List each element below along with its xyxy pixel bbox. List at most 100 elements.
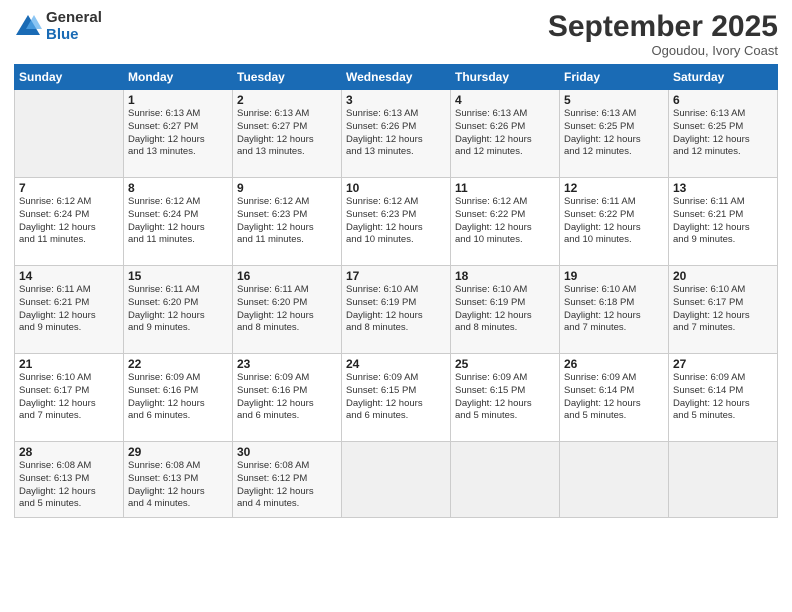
calendar-cell: 6Sunrise: 6:13 AM Sunset: 6:25 PM Daylig…: [669, 90, 778, 178]
day-info: Sunrise: 6:11 AM Sunset: 6:20 PM Dayligh…: [128, 284, 228, 335]
header-thursday: Thursday: [451, 65, 560, 90]
day-info: Sunrise: 6:08 AM Sunset: 6:13 PM Dayligh…: [128, 460, 228, 511]
day-info: Sunrise: 6:11 AM Sunset: 6:21 PM Dayligh…: [673, 196, 773, 247]
day-info: Sunrise: 6:08 AM Sunset: 6:12 PM Dayligh…: [237, 460, 337, 511]
calendar-cell: 4Sunrise: 6:13 AM Sunset: 6:26 PM Daylig…: [451, 90, 560, 178]
day-number: 12: [564, 181, 664, 195]
calendar-cell: 18Sunrise: 6:10 AM Sunset: 6:19 PM Dayli…: [451, 266, 560, 354]
day-number: 17: [346, 269, 446, 283]
calendar-cell: 1Sunrise: 6:13 AM Sunset: 6:27 PM Daylig…: [124, 90, 233, 178]
month-title: September 2025: [548, 10, 778, 43]
day-number: 21: [19, 357, 119, 371]
calendar-cell: 15Sunrise: 6:11 AM Sunset: 6:20 PM Dayli…: [124, 266, 233, 354]
day-number: 7: [19, 181, 119, 195]
header-tuesday: Tuesday: [233, 65, 342, 90]
day-number: 3: [346, 93, 446, 107]
day-info: Sunrise: 6:10 AM Sunset: 6:19 PM Dayligh…: [455, 284, 555, 335]
day-info: Sunrise: 6:10 AM Sunset: 6:18 PM Dayligh…: [564, 284, 664, 335]
calendar-cell: 24Sunrise: 6:09 AM Sunset: 6:15 PM Dayli…: [342, 354, 451, 442]
day-info: Sunrise: 6:12 AM Sunset: 6:23 PM Dayligh…: [346, 196, 446, 247]
day-number: 6: [673, 93, 773, 107]
calendar-cell: 7Sunrise: 6:12 AM Sunset: 6:24 PM Daylig…: [15, 178, 124, 266]
day-info: Sunrise: 6:13 AM Sunset: 6:27 PM Dayligh…: [128, 108, 228, 159]
day-info: Sunrise: 6:11 AM Sunset: 6:21 PM Dayligh…: [19, 284, 119, 335]
calendar-cell: 10Sunrise: 6:12 AM Sunset: 6:23 PM Dayli…: [342, 178, 451, 266]
day-info: Sunrise: 6:12 AM Sunset: 6:22 PM Dayligh…: [455, 196, 555, 247]
calendar-cell: 20Sunrise: 6:10 AM Sunset: 6:17 PM Dayli…: [669, 266, 778, 354]
calendar-cell: 13Sunrise: 6:11 AM Sunset: 6:21 PM Dayli…: [669, 178, 778, 266]
day-number: 23: [237, 357, 337, 371]
calendar-cell: [342, 442, 451, 518]
day-number: 8: [128, 181, 228, 195]
day-number: 30: [237, 445, 337, 459]
calendar-week-row: 1Sunrise: 6:13 AM Sunset: 6:27 PM Daylig…: [15, 90, 778, 178]
day-number: 16: [237, 269, 337, 283]
header-friday: Friday: [560, 65, 669, 90]
day-number: 13: [673, 181, 773, 195]
day-number: 10: [346, 181, 446, 195]
day-info: Sunrise: 6:13 AM Sunset: 6:26 PM Dayligh…: [346, 108, 446, 159]
logo: General Blue: [14, 10, 102, 43]
calendar-cell: 30Sunrise: 6:08 AM Sunset: 6:12 PM Dayli…: [233, 442, 342, 518]
day-info: Sunrise: 6:10 AM Sunset: 6:17 PM Dayligh…: [19, 372, 119, 423]
day-info: Sunrise: 6:09 AM Sunset: 6:16 PM Dayligh…: [128, 372, 228, 423]
logo-general-text: General: [46, 10, 102, 27]
day-info: Sunrise: 6:13 AM Sunset: 6:27 PM Dayligh…: [237, 108, 337, 159]
day-info: Sunrise: 6:08 AM Sunset: 6:13 PM Dayligh…: [19, 460, 119, 511]
day-info: Sunrise: 6:12 AM Sunset: 6:23 PM Dayligh…: [237, 196, 337, 247]
calendar-cell: [451, 442, 560, 518]
day-number: 20: [673, 269, 773, 283]
title-area: September 2025 Ogoudou, Ivory Coast: [548, 10, 778, 58]
day-number: 19: [564, 269, 664, 283]
calendar-cell: 9Sunrise: 6:12 AM Sunset: 6:23 PM Daylig…: [233, 178, 342, 266]
day-info: Sunrise: 6:12 AM Sunset: 6:24 PM Dayligh…: [19, 196, 119, 247]
calendar-cell: 8Sunrise: 6:12 AM Sunset: 6:24 PM Daylig…: [124, 178, 233, 266]
day-info: Sunrise: 6:09 AM Sunset: 6:14 PM Dayligh…: [564, 372, 664, 423]
day-number: 5: [564, 93, 664, 107]
day-info: Sunrise: 6:10 AM Sunset: 6:19 PM Dayligh…: [346, 284, 446, 335]
logo-blue-text: Blue: [46, 27, 102, 44]
day-number: 29: [128, 445, 228, 459]
logo-icon: [14, 13, 42, 41]
calendar-cell: 16Sunrise: 6:11 AM Sunset: 6:20 PM Dayli…: [233, 266, 342, 354]
calendar-cell: [15, 90, 124, 178]
day-info: Sunrise: 6:09 AM Sunset: 6:15 PM Dayligh…: [346, 372, 446, 423]
calendar-cell: 2Sunrise: 6:13 AM Sunset: 6:27 PM Daylig…: [233, 90, 342, 178]
day-info: Sunrise: 6:09 AM Sunset: 6:16 PM Dayligh…: [237, 372, 337, 423]
day-info: Sunrise: 6:11 AM Sunset: 6:22 PM Dayligh…: [564, 196, 664, 247]
calendar-cell: 25Sunrise: 6:09 AM Sunset: 6:15 PM Dayli…: [451, 354, 560, 442]
day-number: 24: [346, 357, 446, 371]
day-number: 26: [564, 357, 664, 371]
calendar-cell: 3Sunrise: 6:13 AM Sunset: 6:26 PM Daylig…: [342, 90, 451, 178]
calendar-cell: 5Sunrise: 6:13 AM Sunset: 6:25 PM Daylig…: [560, 90, 669, 178]
day-info: Sunrise: 6:09 AM Sunset: 6:15 PM Dayligh…: [455, 372, 555, 423]
day-number: 15: [128, 269, 228, 283]
day-info: Sunrise: 6:10 AM Sunset: 6:17 PM Dayligh…: [673, 284, 773, 335]
calendar-week-row: 7Sunrise: 6:12 AM Sunset: 6:24 PM Daylig…: [15, 178, 778, 266]
calendar-week-row: 21Sunrise: 6:10 AM Sunset: 6:17 PM Dayli…: [15, 354, 778, 442]
day-number: 1: [128, 93, 228, 107]
calendar-cell: 28Sunrise: 6:08 AM Sunset: 6:13 PM Dayli…: [15, 442, 124, 518]
day-info: Sunrise: 6:13 AM Sunset: 6:25 PM Dayligh…: [564, 108, 664, 159]
day-number: 11: [455, 181, 555, 195]
calendar-cell: 21Sunrise: 6:10 AM Sunset: 6:17 PM Dayli…: [15, 354, 124, 442]
calendar-cell: 27Sunrise: 6:09 AM Sunset: 6:14 PM Dayli…: [669, 354, 778, 442]
day-number: 4: [455, 93, 555, 107]
day-number: 14: [19, 269, 119, 283]
day-number: 22: [128, 357, 228, 371]
header-sunday: Sunday: [15, 65, 124, 90]
day-number: 27: [673, 357, 773, 371]
day-info: Sunrise: 6:11 AM Sunset: 6:20 PM Dayligh…: [237, 284, 337, 335]
calendar-cell: 22Sunrise: 6:09 AM Sunset: 6:16 PM Dayli…: [124, 354, 233, 442]
day-info: Sunrise: 6:13 AM Sunset: 6:26 PM Dayligh…: [455, 108, 555, 159]
calendar-cell: 19Sunrise: 6:10 AM Sunset: 6:18 PM Dayli…: [560, 266, 669, 354]
day-info: Sunrise: 6:13 AM Sunset: 6:25 PM Dayligh…: [673, 108, 773, 159]
day-number: 2: [237, 93, 337, 107]
location: Ogoudou, Ivory Coast: [548, 43, 778, 58]
header-saturday: Saturday: [669, 65, 778, 90]
page-header: General Blue September 2025 Ogoudou, Ivo…: [14, 10, 778, 58]
calendar-week-row: 28Sunrise: 6:08 AM Sunset: 6:13 PM Dayli…: [15, 442, 778, 518]
header-monday: Monday: [124, 65, 233, 90]
day-number: 25: [455, 357, 555, 371]
calendar-cell: 17Sunrise: 6:10 AM Sunset: 6:19 PM Dayli…: [342, 266, 451, 354]
